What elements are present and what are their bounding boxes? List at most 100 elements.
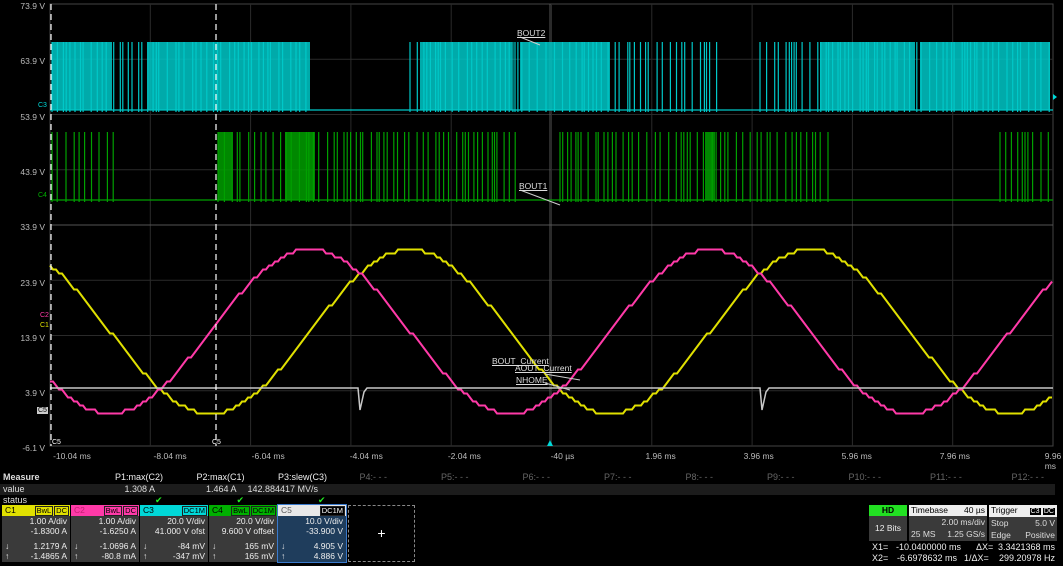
cursor-readout: X1= -10.0400000 ms ΔX= 3.3421368 ms X2= -6.6… [869, 542, 1059, 564]
channel-offset: -1.6250 A [99, 526, 136, 536]
channel-scale: 20.0 V/div [167, 516, 205, 526]
c3-trace-burst [52, 42, 112, 110]
c3-marker[interactable]: C3 [38, 102, 47, 109]
channel-name: C1 [5, 505, 16, 515]
c3-trace-burst [820, 42, 915, 110]
c4-marker[interactable]: C4 [38, 192, 47, 199]
inv-dx-value: 299.20978 Hz [998, 553, 1055, 563]
annotation-line [519, 189, 561, 206]
timebase-delay: 40 µs [964, 505, 985, 515]
c3-trace-burst [920, 42, 1050, 110]
channel-tag: DC1M [250, 506, 276, 516]
channel-tag: BwL [231, 506, 250, 516]
channel-offset: -1.8300 A [30, 526, 67, 536]
up-arrow-icon: ↑ [5, 551, 10, 561]
channel-down-value: 165 mV [244, 541, 274, 551]
channel-scale: 20.0 V/div [236, 516, 274, 526]
measure-param-7[interactable]: P7:- - - [604, 472, 632, 483]
cursor1-marker[interactable]: C5 [52, 439, 61, 446]
x-axis-label: -40 µs [550, 451, 575, 461]
timebase-title: Timebase [911, 505, 949, 515]
measure-param-9[interactable]: P9:- - - [767, 472, 795, 483]
channel-box-c4[interactable]: C4 BwL DC1M 20.0 V/div 9.600 V offset ↓ 165… [209, 505, 277, 562]
trigger-level: 5.0 V [1035, 518, 1055, 528]
dx-value: 3.3421368 ms [997, 542, 1055, 552]
up-arrow-icon: ↑ [212, 551, 217, 561]
c4-trace-burst [285, 132, 315, 200]
channel-box-c5[interactable]: C5 DC1M 10.0 V/div -33.900 V ↓ 4.905 V ↑ 4.… [277, 504, 347, 563]
x-axis-label: 3.96 ms [743, 451, 774, 461]
measure-value-2: 1.464 A [205, 484, 237, 494]
channel-tag: DC1M [181, 506, 207, 516]
channel-scale: 10.0 V/div [305, 516, 343, 526]
c1-marker[interactable]: C1 [40, 322, 49, 329]
trace-label-aout-current: AOUT_Current [515, 363, 572, 373]
y-axis-label: 53.9 V [20, 111, 45, 122]
acquisition-box[interactable]: HD 12 Bits [869, 505, 907, 541]
cursor2-marker[interactable]: C5 [212, 439, 221, 446]
timebase-samples: 25 MS [911, 529, 936, 539]
channel-up-value: -80.8 mA [101, 551, 137, 561]
channel-offset: -33.900 V [306, 526, 343, 536]
x-axis-label: -10.04 ms [53, 451, 91, 461]
measure-param-10[interactable]: P10:- - - [849, 472, 882, 483]
up-arrow-icon: ↑ [143, 551, 148, 561]
x-axis-label: -6.04 ms [251, 451, 285, 461]
x-axis-label: 1.96 ms [645, 451, 676, 461]
y-axis-label: -6.1 V [22, 443, 45, 454]
y-axis-label: 63.9 V [20, 56, 45, 67]
c2-marker[interactable]: C2 [40, 312, 49, 319]
x2-label: X2= [872, 553, 889, 563]
y-axis-label: 43.9 V [20, 166, 45, 177]
channel-box-c3[interactable]: C3 DC1M 20.0 V/div 41.000 V ofst ↓ -84 mV … [140, 505, 208, 562]
channel-down-value: -84 mV [177, 541, 205, 551]
c3-trace-burst [420, 42, 512, 110]
trigger-position-icon [547, 440, 553, 446]
x2-value: -6.6978632 ms [897, 553, 958, 563]
channel-name: C5 [281, 505, 292, 515]
down-arrow-icon: ↓ [74, 541, 79, 551]
trigger-box[interactable]: Trigger C3 DC Stop 5.0 V Edge Positive [989, 505, 1057, 541]
measure-param-11[interactable]: P11:- - - [930, 472, 962, 483]
measure-param-12[interactable]: P12:- - - [1012, 472, 1045, 483]
hd-badge: HD [869, 505, 907, 516]
y-axis-label: 23.9 V [20, 277, 45, 288]
down-arrow-icon: ↓ [5, 541, 10, 551]
c4-trace-burst [218, 132, 232, 200]
measure-param-3[interactable]: P3:slew(C3) [278, 472, 327, 483]
measure-param-2[interactable]: P2:max(C1) [197, 472, 245, 483]
value-label: value [3, 484, 25, 494]
measure-title: Measure [3, 472, 40, 482]
dx-label: ΔX= [976, 542, 994, 552]
measure-param-5[interactable]: P5:- - - [441, 472, 469, 483]
up-arrow-icon: ↑ [281, 551, 286, 561]
add-channel-button[interactable]: + [348, 505, 415, 562]
measure-param-1[interactable]: P1:max(C2) [115, 472, 163, 483]
trace-label-nhome: NHOME [516, 375, 548, 385]
channel-tag: DC1M [319, 506, 345, 516]
trigger-source: C3 [1029, 508, 1041, 515]
up-arrow-icon: ↑ [74, 551, 79, 561]
timebase-box[interactable]: Timebase 40 µs 2.00 ms/div 25 MS 1.25 GS/s [909, 505, 987, 541]
channel-box-c1[interactable]: C1 BwL DC 1.00 A/div -1.8300 A ↓ 1.2179 A ↑… [2, 505, 70, 562]
trigger-type: Edge [991, 530, 1011, 540]
channel-down-value: 4.905 V [313, 541, 343, 551]
channel-box-c2[interactable]: C2 BwL DC 1.00 A/div -1.6250 A ↓ -1.0696 A … [71, 505, 139, 562]
channel-up-value: -1.4865 A [30, 551, 67, 561]
c5-marker[interactable]: C5 [37, 407, 48, 414]
measure-value-1: 1.308 A [124, 484, 155, 494]
channel-up-value: 4.886 V [313, 551, 343, 561]
channel-offset: 41.000 V ofst [154, 526, 205, 536]
measure-param-4[interactable]: P4:- - - [360, 472, 388, 483]
waveform-display[interactable] [0, 0, 1063, 466]
channel-tag: BwL [103, 506, 123, 516]
timebase-div: 2.00 ms/div [941, 517, 985, 527]
x1-label: X1= [872, 542, 889, 552]
channel-up-value: 165 mV [244, 551, 274, 561]
trigger-coupling: DC [1042, 508, 1055, 515]
timebase-rate: 1.25 GS/s [947, 529, 985, 539]
channel-offset: 9.600 V offset [221, 526, 274, 536]
measure-param-8[interactable]: P8:- - - [686, 472, 714, 483]
x-axis-label: 5.96 ms [841, 451, 872, 461]
measure-param-6[interactable]: P6:- - - [523, 472, 551, 483]
